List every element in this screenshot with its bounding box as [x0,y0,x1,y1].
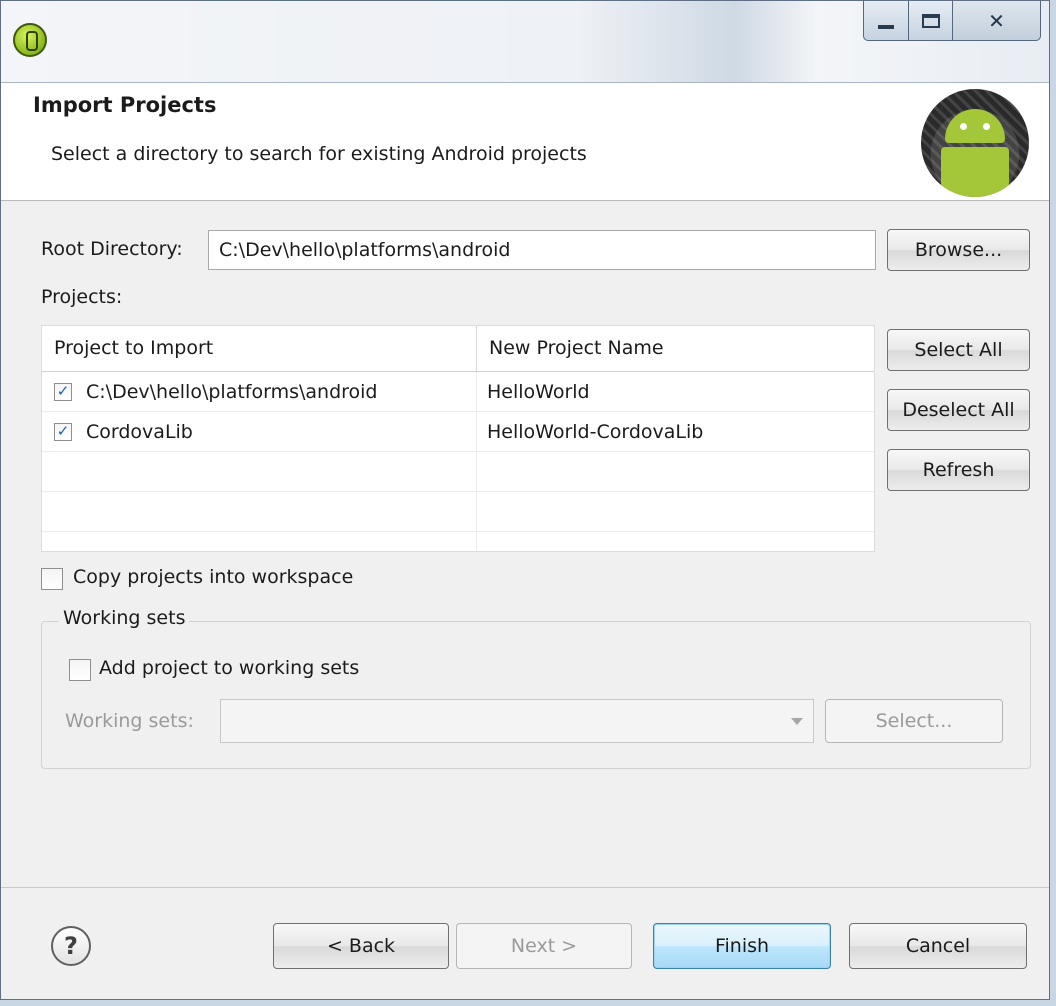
table-header: Project to Import New Project Name [42,326,874,372]
close-button[interactable]: ✕ [953,1,1041,41]
project-name[interactable]: HelloWorld-CordovaLib [477,412,703,451]
android-body [941,147,1009,197]
project-name[interactable]: HelloWorld [477,372,590,411]
android-head [945,109,1005,143]
window-controls: ✕ [863,1,1041,45]
copy-into-workspace-label: Copy projects into workspace [73,566,354,588]
minimize-icon [878,24,894,29]
empty-cell [477,492,487,531]
empty-cell [42,492,477,531]
empty-cell [477,532,487,551]
projects-label: Projects: [41,286,123,308]
project-path: CordovaLib [86,420,193,443]
row-checkbox[interactable]: ✓ [54,422,72,441]
close-icon: ✕ [988,8,1005,33]
next-button[interactable]: Next > [456,923,632,969]
maximize-icon [921,13,940,28]
working-sets-select-button[interactable]: Select... [825,699,1003,743]
browse-button[interactable]: Browse... [887,229,1030,271]
row-checkbox[interactable]: ✓ [54,382,72,401]
project-path: C:\Dev\hello\platforms\android [86,380,378,403]
table-row-empty [42,452,874,492]
table-row-empty [42,532,874,551]
projects-table[interactable]: Project to Import New Project Name ✓ C:\… [41,325,875,552]
root-directory-label: Root Directory: [41,238,183,260]
empty-cell [42,452,477,491]
add-to-working-sets-checkbox[interactable] [69,659,91,681]
working-sets-legend: Working sets [59,607,190,629]
table-row-empty [42,492,874,532]
working-sets-group [41,621,1031,769]
finish-button[interactable]: Finish [653,923,831,969]
title-bar[interactable]: ✕ [1,1,1049,83]
working-sets-combo[interactable] [220,699,814,743]
page-title: Import Projects [33,93,217,117]
copy-into-workspace-checkbox[interactable] [41,568,63,590]
eclipse-adt-icon [13,23,47,57]
wizard-header: Import Projects Select a directory to se… [1,83,1049,201]
chevron-down-icon [791,718,803,725]
working-sets-combo-label: Working sets: [65,710,194,732]
maximize-button[interactable] [909,1,953,41]
empty-cell [477,452,487,491]
column-header-name[interactable]: New Project Name [477,326,676,371]
refresh-button[interactable]: Refresh [887,449,1030,491]
table-row[interactable]: ✓ C:\Dev\hello\platforms\android HelloWo… [42,372,874,412]
add-to-working-sets-label: Add project to working sets [99,657,360,679]
back-button[interactable]: < Back [273,923,449,969]
deselect-all-button[interactable]: Deselect All [887,389,1030,431]
page-description: Select a directory to search for existin… [51,143,587,165]
cancel-button[interactable]: Cancel [849,923,1027,969]
project-cell: ✓ CordovaLib [42,412,477,451]
import-projects-dialog: ✕ Import Projects Select a directory to … [0,0,1050,1000]
minimize-button[interactable] [863,1,909,41]
table-row[interactable]: ✓ CordovaLib HelloWorld-CordovaLib [42,412,874,452]
project-cell: ✓ C:\Dev\hello\platforms\android [42,372,477,411]
empty-cell [42,532,477,551]
column-header-project[interactable]: Project to Import [42,326,477,371]
footer-divider [1,887,1049,888]
root-directory-input[interactable] [208,230,876,270]
android-logo [921,89,1029,197]
help-icon[interactable]: ? [51,926,91,966]
select-all-button[interactable]: Select All [887,329,1030,371]
